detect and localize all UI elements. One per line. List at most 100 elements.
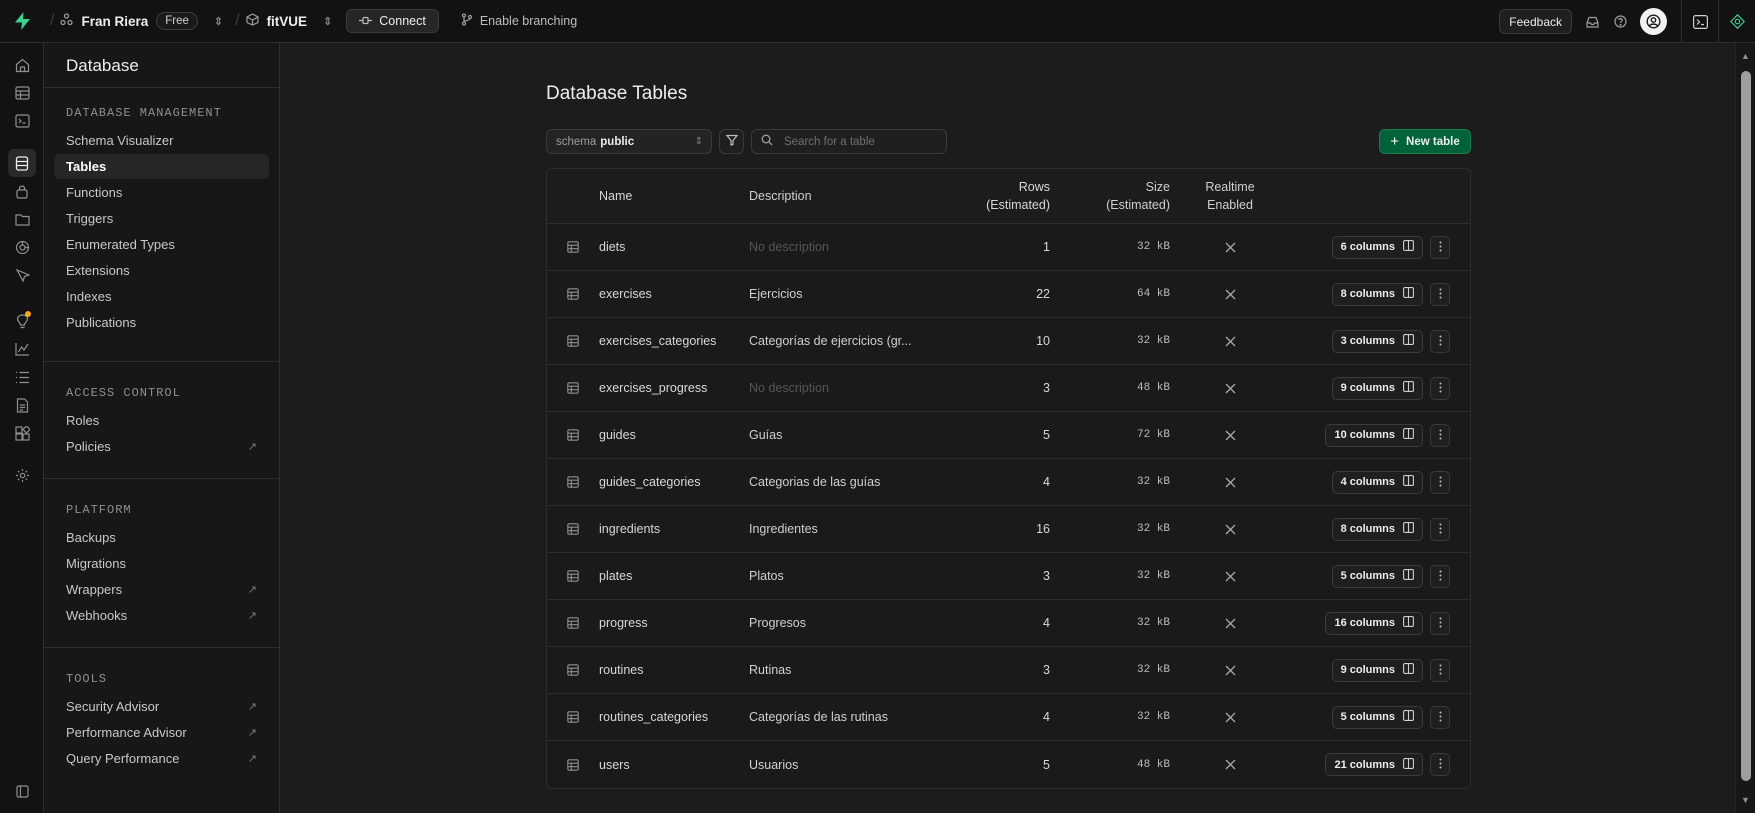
row-menu-button[interactable] bbox=[1430, 235, 1450, 259]
menu-item-publications[interactable]: Publications bbox=[54, 310, 269, 335]
row-menu-button[interactable] bbox=[1430, 470, 1450, 494]
table-row[interactable]: routines Rutinas 3 32 kB 9 columns bbox=[547, 647, 1470, 694]
supabase-logo-icon[interactable] bbox=[0, 0, 44, 43]
view-columns-button[interactable]: 9 columns bbox=[1331, 658, 1423, 682]
table-name[interactable]: routines_categories bbox=[599, 710, 749, 724]
settings-gear-icon[interactable] bbox=[8, 461, 36, 489]
table-row[interactable]: exercises_progress No description 3 48 kB 9 … bbox=[547, 365, 1470, 412]
inbox-icon[interactable] bbox=[1578, 8, 1606, 36]
row-menu-button[interactable] bbox=[1430, 517, 1450, 541]
table-name[interactable]: guides bbox=[599, 428, 749, 442]
menu-item-triggers[interactable]: Triggers bbox=[54, 206, 269, 231]
reports-icon[interactable] bbox=[8, 335, 36, 363]
table-name[interactable]: ingredients bbox=[599, 522, 749, 536]
help-icon[interactable] bbox=[1606, 8, 1634, 36]
feedback-button[interactable]: Feedback bbox=[1499, 9, 1572, 34]
advisors-lightbulb-icon[interactable] bbox=[8, 307, 36, 335]
table-row[interactable]: users Usuarios 5 48 kB 21 columns bbox=[547, 741, 1470, 788]
auth-lock-icon[interactable] bbox=[8, 177, 36, 205]
org-switcher[interactable]: Fran Riera Free ⇕ bbox=[60, 12, 223, 30]
assistant-icon[interactable] bbox=[1719, 8, 1755, 36]
table-name[interactable]: routines bbox=[599, 663, 749, 677]
table-row[interactable]: ingredients Ingredientes 16 32 kB 8 columns bbox=[547, 506, 1470, 553]
view-columns-button[interactable]: 8 columns bbox=[1331, 517, 1423, 541]
menu-item-webhooks[interactable]: Webhooks ↗ bbox=[54, 603, 269, 628]
collapse-sidebar-icon[interactable] bbox=[8, 777, 36, 805]
row-menu-button[interactable] bbox=[1430, 611, 1450, 635]
user-avatar[interactable] bbox=[1640, 8, 1667, 35]
table-name[interactable]: plates bbox=[599, 569, 749, 583]
view-columns-button[interactable]: 8 columns bbox=[1331, 282, 1423, 306]
home-icon[interactable] bbox=[8, 51, 36, 79]
table-row[interactable]: plates Platos 3 32 kB 5 columns bbox=[547, 553, 1470, 600]
row-menu-button[interactable] bbox=[1430, 423, 1450, 447]
integrations-icon[interactable] bbox=[8, 419, 36, 447]
menu-item-enumerated-types[interactable]: Enumerated Types bbox=[54, 232, 269, 257]
logs-list-icon[interactable] bbox=[8, 363, 36, 391]
view-columns-button[interactable]: 21 columns bbox=[1325, 753, 1423, 776]
database-icon[interactable] bbox=[8, 149, 36, 177]
menu-item-wrappers[interactable]: Wrappers ↗ bbox=[54, 577, 269, 602]
view-columns-button[interactable]: 9 columns bbox=[1331, 376, 1423, 400]
table-editor-icon[interactable] bbox=[8, 79, 36, 107]
row-menu-button[interactable] bbox=[1430, 705, 1450, 729]
scrollbar-thumb[interactable] bbox=[1741, 71, 1751, 781]
view-columns-button[interactable]: 5 columns bbox=[1331, 705, 1423, 729]
connect-button[interactable]: Connect bbox=[346, 9, 439, 33]
menu-item-performance-advisor[interactable]: Performance Advisor ↗ bbox=[54, 720, 269, 745]
scroll-down-icon[interactable]: ▼ bbox=[1741, 795, 1750, 805]
table-name[interactable]: exercises bbox=[599, 287, 749, 301]
project-switcher[interactable]: fitVUE ⇕ bbox=[245, 13, 332, 29]
new-table-button[interactable]: + New table bbox=[1379, 129, 1471, 154]
menu-item-backups[interactable]: Backups bbox=[54, 525, 269, 550]
row-menu-button[interactable] bbox=[1430, 753, 1450, 776]
row-menu-button[interactable] bbox=[1430, 282, 1450, 306]
menu-item-schema-visualizer[interactable]: Schema Visualizer bbox=[54, 128, 269, 153]
search-input[interactable] bbox=[784, 135, 934, 148]
row-menu-button[interactable] bbox=[1430, 564, 1450, 588]
edge-functions-icon[interactable] bbox=[8, 233, 36, 261]
table-name[interactable]: progress bbox=[599, 616, 749, 630]
view-columns-button[interactable]: 4 columns bbox=[1331, 470, 1423, 494]
row-menu-button[interactable] bbox=[1430, 329, 1450, 353]
table-name[interactable]: diets bbox=[599, 240, 749, 254]
menu-item-migrations[interactable]: Migrations bbox=[54, 551, 269, 576]
terminal-icon[interactable] bbox=[1682, 8, 1718, 36]
chevron-up-down-icon[interactable]: ⇕ bbox=[323, 15, 332, 28]
enable-branching-button[interactable]: Enable branching bbox=[461, 13, 577, 29]
view-columns-button[interactable]: 16 columns bbox=[1325, 611, 1423, 635]
view-columns-button[interactable]: 5 columns bbox=[1331, 564, 1423, 588]
table-row[interactable]: routines_categories Categorías de las rut… bbox=[547, 694, 1470, 741]
table-row[interactable]: guides Guías 5 72 kB 10 columns bbox=[547, 412, 1470, 459]
menu-item-extensions[interactable]: Extensions bbox=[54, 258, 269, 283]
menu-item-policies[interactable]: Policies ↗ bbox=[54, 434, 269, 459]
table-row[interactable]: diets No description 1 32 kB 6 columns bbox=[547, 224, 1470, 271]
view-columns-button[interactable]: 10 columns bbox=[1325, 423, 1423, 447]
menu-item-query-performance[interactable]: Query Performance ↗ bbox=[54, 746, 269, 771]
menu-item-security-advisor[interactable]: Security Advisor ↗ bbox=[54, 694, 269, 719]
table-name[interactable]: exercises_progress bbox=[599, 381, 749, 395]
scroll-up-icon[interactable]: ▲ bbox=[1741, 51, 1750, 61]
table-name[interactable]: users bbox=[599, 758, 749, 772]
menu-item-roles[interactable]: Roles bbox=[54, 408, 269, 433]
row-menu-button[interactable] bbox=[1430, 658, 1450, 682]
table-name[interactable]: exercises_categories bbox=[599, 334, 749, 348]
table-name[interactable]: guides_categories bbox=[599, 475, 749, 489]
view-columns-button[interactable]: 6 columns bbox=[1331, 235, 1423, 259]
chevron-up-down-icon[interactable]: ⇕ bbox=[214, 15, 223, 28]
filter-button[interactable] bbox=[719, 129, 744, 154]
realtime-icon[interactable] bbox=[8, 261, 36, 289]
view-columns-button[interactable]: 3 columns bbox=[1331, 329, 1423, 353]
storage-icon[interactable] bbox=[8, 205, 36, 233]
table-row[interactable]: exercises Ejercicios 22 64 kB 8 columns bbox=[547, 271, 1470, 318]
menu-item-functions[interactable]: Functions bbox=[54, 180, 269, 205]
sql-editor-icon[interactable] bbox=[8, 107, 36, 135]
page-scrollbar[interactable]: ▲ ▼ bbox=[1735, 43, 1755, 813]
table-search[interactable] bbox=[751, 129, 947, 154]
table-row[interactable]: progress Progresos 4 32 kB 16 columns bbox=[547, 600, 1470, 647]
table-row[interactable]: exercises_categories Categorías de ejerci… bbox=[547, 318, 1470, 365]
row-menu-button[interactable] bbox=[1430, 376, 1450, 400]
schema-selector[interactable]: schema public ⇕ bbox=[546, 129, 712, 154]
api-docs-icon[interactable] bbox=[8, 391, 36, 419]
menu-item-indexes[interactable]: Indexes bbox=[54, 284, 269, 309]
